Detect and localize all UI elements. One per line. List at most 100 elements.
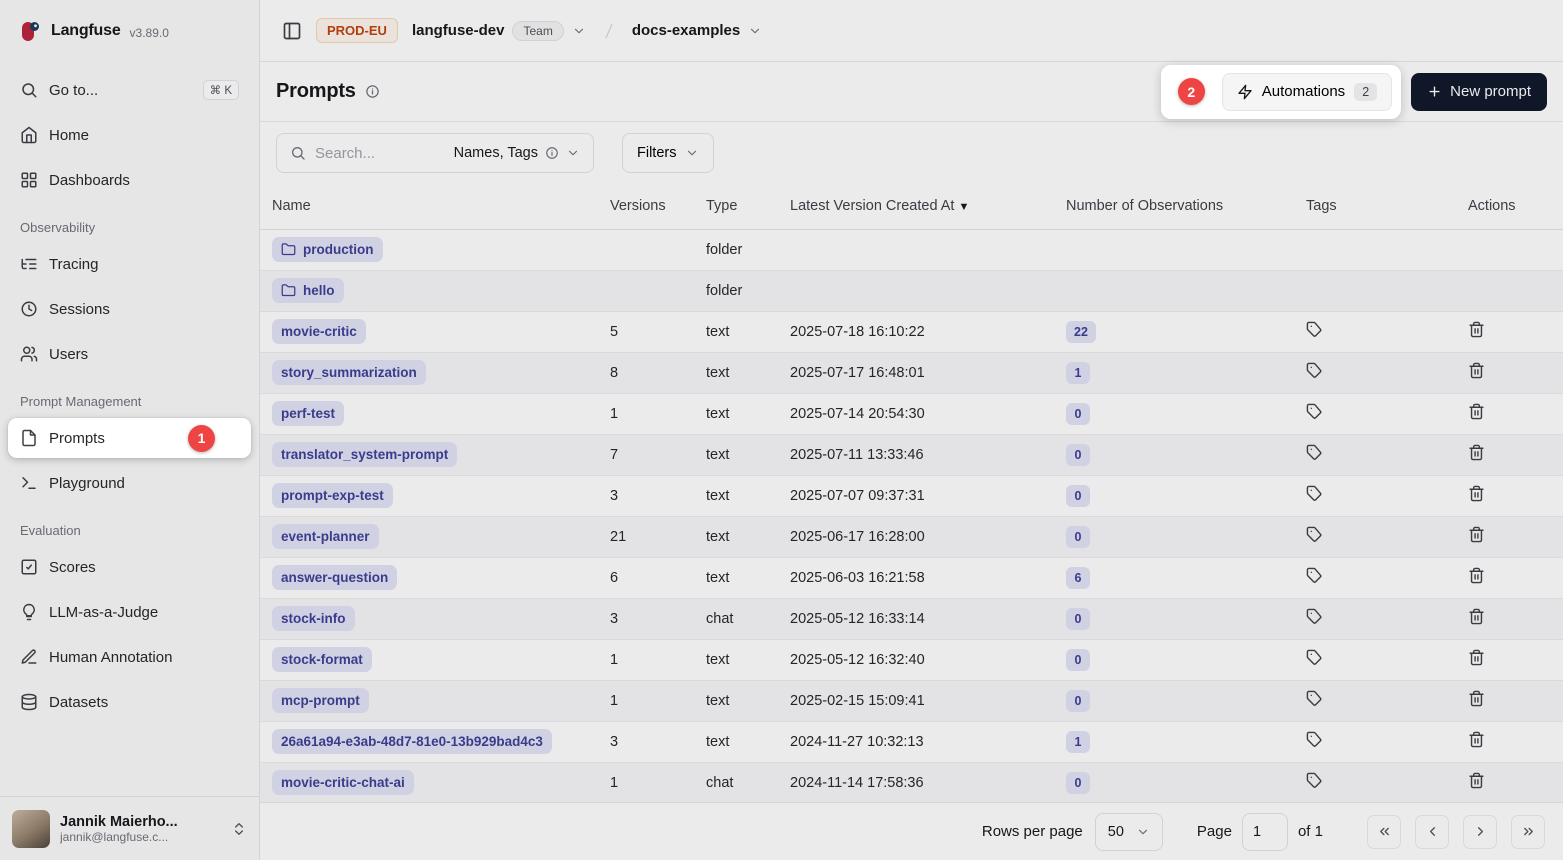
- sidebar-item-home[interactable]: Home: [8, 115, 251, 155]
- sidebar-item-playground[interactable]: Playground: [8, 463, 251, 503]
- sidebar-item-tracing[interactable]: Tracing: [8, 244, 251, 284]
- delete-button[interactable]: [1468, 526, 1485, 543]
- chevron-down-icon: [685, 146, 699, 160]
- observations-badge: 0: [1066, 526, 1090, 548]
- observations-cell: 0: [1056, 762, 1296, 802]
- sidebar: Langfuse v3.89.0 Go to... ⌘ K Home Dashb…: [0, 0, 260, 860]
- prompt-name-chip[interactable]: prompt-exp-test: [272, 483, 393, 508]
- previous-page-button[interactable]: [1415, 815, 1449, 849]
- search-scope-selector[interactable]: Names, Tags: [454, 145, 580, 161]
- table-row[interactable]: stock-info 3 chat 2025-05-12 16:33:14 0: [260, 598, 1563, 639]
- observations-cell: 0: [1056, 598, 1296, 639]
- page-number-input[interactable]: [1242, 813, 1288, 851]
- table-header-row: Name Versions Type Latest Version Create…: [260, 184, 1563, 229]
- prompt-name-chip[interactable]: story_summarization: [272, 360, 426, 385]
- tag-icon[interactable]: [1306, 731, 1323, 748]
- column-label: Latest Version Created At: [790, 198, 954, 214]
- goto-search[interactable]: Go to... ⌘ K: [8, 70, 251, 110]
- table-row[interactable]: production folder: [260, 229, 1563, 270]
- prompt-name-chip[interactable]: mcp-prompt: [272, 688, 369, 713]
- sidebar-item-human-annotation[interactable]: Human Annotation: [8, 637, 251, 677]
- sidebar-item-label: Datasets: [49, 694, 108, 711]
- sidebar-item-prompts[interactable]: Prompts 1: [8, 418, 251, 458]
- tag-icon[interactable]: [1306, 485, 1323, 502]
- sidebar-item-label: Prompts: [49, 430, 105, 447]
- tag-icon[interactable]: [1306, 403, 1323, 420]
- delete-button[interactable]: [1468, 321, 1485, 338]
- last-page-button[interactable]: [1511, 815, 1545, 849]
- info-icon[interactable]: [365, 84, 380, 99]
- column-header-created-at[interactable]: Latest Version Created At▼: [780, 184, 1056, 229]
- automations-count-badge: 2: [1354, 83, 1377, 101]
- org-selector[interactable]: langfuse-dev Team: [412, 21, 586, 41]
- next-page-button[interactable]: [1463, 815, 1497, 849]
- table-row[interactable]: hello folder: [260, 270, 1563, 311]
- table-row[interactable]: movie-critic-chat-ai 1 chat 2024-11-14 1…: [260, 762, 1563, 802]
- first-page-button[interactable]: [1367, 815, 1401, 849]
- tag-icon[interactable]: [1306, 321, 1323, 338]
- prompt-name-chip[interactable]: production: [272, 237, 383, 262]
- prompt-name-chip[interactable]: answer-question: [272, 565, 397, 590]
- prompt-name-chip[interactable]: event-planner: [272, 524, 379, 549]
- table-row[interactable]: event-planner 21 text 2025-06-17 16:28:0…: [260, 516, 1563, 557]
- filters-button[interactable]: Filters: [622, 133, 714, 173]
- observations-cell: 1: [1056, 352, 1296, 393]
- table-row[interactable]: mcp-prompt 1 text 2025-02-15 15:09:41 0: [260, 680, 1563, 721]
- automations-button[interactable]: Automations 2: [1222, 73, 1392, 111]
- prompt-name-chip[interactable]: translator_system-prompt: [272, 442, 457, 467]
- table-row[interactable]: prompt-exp-test 3 text 2025-07-07 09:37:…: [260, 475, 1563, 516]
- table-row[interactable]: perf-test 1 text 2025-07-14 20:54:30 0: [260, 393, 1563, 434]
- prompt-name-chip[interactable]: stock-format: [272, 647, 372, 672]
- sidebar-toggle-icon[interactable]: [282, 21, 302, 41]
- table-row[interactable]: story_summarization 8 text 2025-07-17 16…: [260, 352, 1563, 393]
- rows-per-page-value: 50: [1108, 824, 1124, 840]
- prompt-name-chip[interactable]: perf-test: [272, 401, 344, 426]
- tag-icon[interactable]: [1306, 690, 1323, 707]
- sidebar-item-users[interactable]: Users: [8, 334, 251, 374]
- delete-button[interactable]: [1468, 403, 1485, 420]
- new-prompt-button[interactable]: New prompt: [1411, 73, 1547, 111]
- tag-icon[interactable]: [1306, 608, 1323, 625]
- delete-button[interactable]: [1468, 567, 1485, 584]
- delete-button[interactable]: [1468, 608, 1485, 625]
- tag-icon[interactable]: [1306, 567, 1323, 584]
- project-selector[interactable]: docs-examples: [632, 22, 762, 39]
- sidebar-item-dashboards[interactable]: Dashboards: [8, 160, 251, 200]
- sidebar-item-scores[interactable]: Scores: [8, 547, 251, 587]
- table-row[interactable]: movie-critic 5 text 2025-07-18 16:10:22 …: [260, 311, 1563, 352]
- delete-button[interactable]: [1468, 690, 1485, 707]
- user-menu[interactable]: Jannik Maierho... jannik@langfuse.c...: [0, 796, 259, 860]
- tag-icon[interactable]: [1306, 649, 1323, 666]
- type-cell: text: [696, 557, 780, 598]
- rows-per-page-select[interactable]: 50: [1095, 813, 1163, 851]
- delete-button[interactable]: [1468, 362, 1485, 379]
- delete-button[interactable]: [1468, 444, 1485, 461]
- delete-button[interactable]: [1468, 649, 1485, 666]
- info-icon: [545, 146, 559, 160]
- observations-cell: [1056, 229, 1296, 270]
- table-row[interactable]: translator_system-prompt 7 text 2025-07-…: [260, 434, 1563, 475]
- prompt-name-chip[interactable]: movie-critic: [272, 319, 366, 344]
- prompt-name-chip[interactable]: 26a61a94-e3ab-48d7-81e0-13b929bad4c3: [272, 729, 552, 754]
- delete-button[interactable]: [1468, 731, 1485, 748]
- delete-button[interactable]: [1468, 485, 1485, 502]
- delete-button[interactable]: [1468, 772, 1485, 789]
- table-row[interactable]: 26a61a94-e3ab-48d7-81e0-13b929bad4c3 3 t…: [260, 721, 1563, 762]
- tag-icon[interactable]: [1306, 526, 1323, 543]
- prompt-name-chip[interactable]: movie-critic-chat-ai: [272, 770, 414, 795]
- tag-icon[interactable]: [1306, 362, 1323, 379]
- avatar: [12, 810, 50, 848]
- table-row[interactable]: stock-format 1 text 2025-05-12 16:32:40 …: [260, 639, 1563, 680]
- environment-badge: PROD-EU: [316, 18, 398, 43]
- table-row[interactable]: answer-question 6 text 2025-06-03 16:21:…: [260, 557, 1563, 598]
- column-header-actions: Actions: [1458, 184, 1563, 229]
- versions-cell: 3: [600, 475, 696, 516]
- sidebar-item-llm-judge[interactable]: LLM-as-a-Judge: [8, 592, 251, 632]
- sidebar-item-datasets[interactable]: Datasets: [8, 682, 251, 722]
- tag-icon[interactable]: [1306, 444, 1323, 461]
- tag-icon[interactable]: [1306, 772, 1323, 789]
- prompt-name-chip[interactable]: hello: [272, 278, 344, 303]
- sidebar-item-sessions[interactable]: Sessions: [8, 289, 251, 329]
- prompt-name-chip[interactable]: stock-info: [272, 606, 355, 631]
- search-input[interactable]: [315, 145, 445, 162]
